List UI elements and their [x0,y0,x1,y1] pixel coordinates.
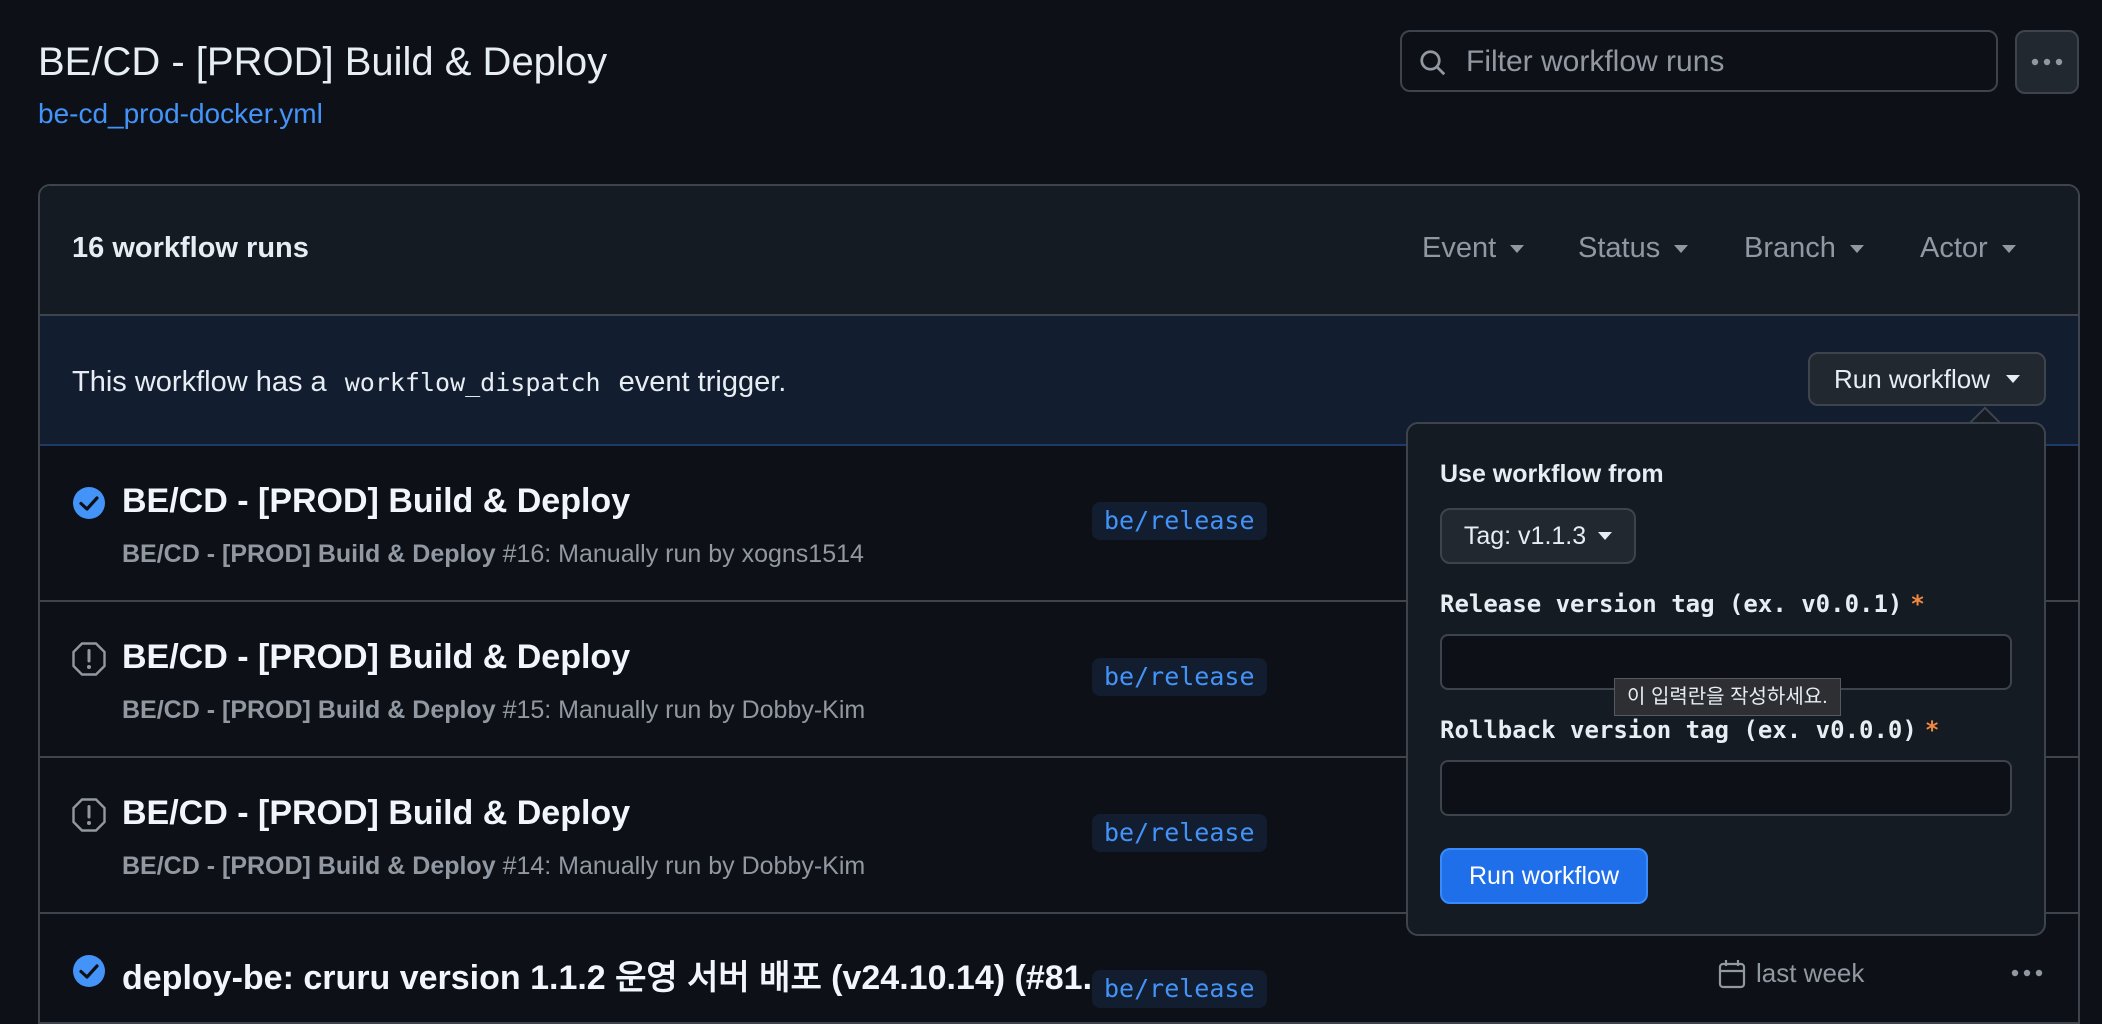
run-detail: #16: Manually run by xogns1514 [502,540,864,568]
rollback-tag-field[interactable] [1440,760,2012,816]
filter-actor[interactable]: Actor [1920,232,2016,265]
run-subtitle: BE/CD - [PROD] Build & Deploy #15: Manua… [122,696,865,725]
dispatch-code: workflow_dispatch [344,368,601,397]
required-mark: * [1910,590,1925,618]
run-detail: #15: Manually run by Dobby-Kim [502,696,866,724]
run-workflow-name: BE/CD - [PROD] Build & Deploy [122,852,496,880]
runs-header: 16 workflow runs Event Status Branch Act… [40,186,2078,316]
rollback-tag-label: Rollback version tag (ex. v0.0.0) * [1440,716,1939,744]
run-workflow-submit-button[interactable]: Run workflow [1440,848,1648,904]
branch-label[interactable]: be/release [1092,814,1267,852]
filter-runs-search[interactable] [1400,30,1998,92]
branch-label[interactable]: be/release [1092,502,1267,540]
kebab-horizontal-icon [2031,58,2063,66]
search-icon [1420,50,1446,76]
page-title: BE/CD - [PROD] Build & Deploy [38,40,608,84]
more-options-button[interactable] [2015,30,2079,94]
run-subtitle: BE/CD - [PROD] Build & Deploy #14: Manua… [122,852,865,881]
caret-down-icon [1598,532,1613,540]
caret-down-icon [1510,244,1525,253]
rollback-tag-input[interactable] [1442,762,2010,814]
calendar-icon [1718,959,1746,988]
check-circle-icon [73,487,105,519]
dispatch-text-before: This workflow has a [72,366,327,398]
filter-label: Branch [1744,232,1836,264]
run-workflow-dropdown-button[interactable]: Run workflow [1808,352,2046,406]
required-mark: * [1924,716,1940,744]
run-workflow-popover: Use workflow from Tag: v1.1.3 Release ve… [1406,422,2046,936]
run-workflow-label: Run workflow [1833,363,1991,394]
filter-label: Status [1578,232,1661,264]
run-title[interactable]: deploy-be: cruru version 1.1.2 운영 서버 배포 … [122,950,1111,999]
run-workflow-name: BE/CD - [PROD] Build & Deploy [122,540,496,568]
workflow-file-link[interactable]: be-cd_prod-docker.yml [38,98,323,130]
caret-down-icon [1849,244,1864,253]
run-time-label: last week [1756,958,1865,988]
run-title[interactable]: BE/CD - [PROD] Build & Deploy [122,482,630,521]
kebab-horizontal-icon[interactable] [2010,968,2044,978]
run-title[interactable]: BE/CD - [PROD] Build & Deploy [122,794,630,833]
release-tag-label: Release version tag (ex. v0.0.1) * [1440,590,1925,618]
caret-down-icon [2006,375,2021,383]
filter-label: Actor [1920,232,1988,264]
run-timestamp: last week [1718,958,1864,989]
search-input[interactable] [1464,40,1988,84]
field-label-text: Rollback version tag (ex. v0.0.0) [1440,716,1917,744]
popover-heading: Use workflow from [1440,460,1664,488]
stop-warning-icon [72,798,106,832]
validation-tooltip: 이 입력란을 작성하세요. [1614,678,1841,716]
run-subtitle: BE/CD - [PROD] Build & Deploy #16: Manua… [122,540,864,569]
runs-count: 16 workflow runs [72,232,309,264]
run-workflow-name: BE/CD - [PROD] Build & Deploy [122,696,496,724]
branch-label[interactable]: be/release [1092,658,1267,696]
run-detail: #14: Manually run by Dobby-Kim [502,852,866,880]
filter-event[interactable]: Event [1422,232,1525,265]
run-title[interactable]: BE/CD - [PROD] Build & Deploy [122,638,630,677]
branch-tag-select[interactable]: Tag: v1.1.3 [1440,508,1636,564]
dispatch-text: This workflow has a workflow_dispatch ev… [72,366,786,399]
check-circle-icon [73,955,105,987]
branch-label[interactable]: be/release [1092,970,1267,1008]
field-label-text: Release version tag (ex. v0.0.1) [1440,590,1903,618]
filter-branch[interactable]: Branch [1744,232,1864,265]
caret-down-icon [1674,244,1689,253]
tag-select-label: Tag: v1.1.3 [1463,521,1587,550]
filter-status[interactable]: Status [1578,232,1689,265]
caret-down-icon [2001,244,2016,253]
filter-label: Event [1422,232,1497,264]
dispatch-text-after: event trigger. [618,366,787,398]
stop-warning-icon [72,642,106,676]
